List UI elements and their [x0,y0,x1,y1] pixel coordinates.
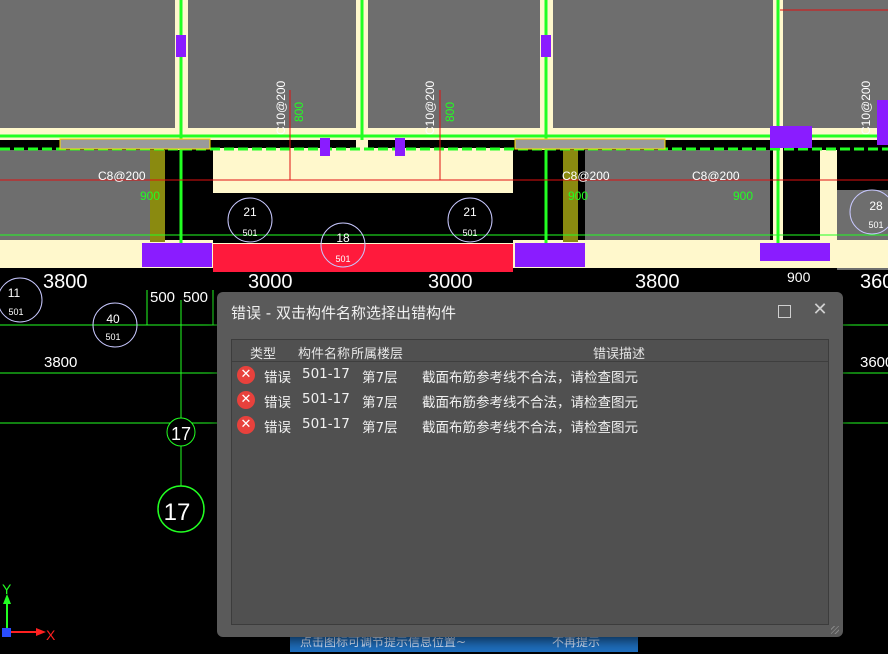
close-icon: ✕ [812,299,828,320]
dimension-label: 3800 [43,271,88,293]
dimension-label: 3000 [428,271,473,293]
tag-sub: 501 [462,228,477,238]
error-icon: ✕ [237,416,255,434]
table-row[interactable]: ✕ 错误 501-17 第7层 截面布筋参考线不合法，请检查图元 [232,389,828,413]
tag-number: 40 [106,312,120,326]
error-icon: ✕ [237,391,255,409]
error-icon: ✕ [237,366,255,384]
cell-desc: 截面布筋参考线不合法，请检查图元 [422,420,638,436]
column-header-type[interactable]: 类型 [250,343,276,362]
axis-label: 17 [171,424,191,444]
close-button[interactable]: ✕ [811,301,829,319]
beam-height-label: 900 [568,189,588,203]
beam-label: C8@200 [692,169,740,183]
tag-sub: 501 [105,332,120,342]
dimension-label: 500 [150,289,175,306]
beam-height-label: 900 [733,189,753,203]
tag-sub: 501 [8,307,23,317]
beam-label: C10@200 [274,80,288,135]
ucs-icon: Y X [2,581,56,643]
cell-floor: 第7层 [362,420,398,436]
beam-label: C10@200 [423,80,437,135]
tag-number: 11 [8,286,21,300]
resize-grip[interactable] [831,626,839,634]
error-list[interactable]: 类型 构件名称 所属楼层 错误描述 ✕ 错误 501-17 第7层 截面布筋参考… [231,339,829,625]
beam-label: C8@200 [562,169,610,183]
dimension-label: 3600 [860,354,888,371]
tag-number: 18 [336,231,350,245]
tag-sub: 501 [868,220,883,230]
column-header-floor[interactable]: 所属楼层 [351,343,403,362]
tag-number: 21 [463,205,477,219]
table-row[interactable]: ✕ 错误 501-17 第7层 截面布筋参考线不合法，请检查图元 [232,414,828,438]
cell-name[interactable]: 501-17 [302,366,350,382]
dimension-label: 3800 [635,271,680,293]
ucs-x-label: X [46,627,56,643]
dimension-label: 3000 [248,271,293,293]
cell-type: 错误 [264,370,291,386]
dialog-title: 错误 - 双击构件名称选择出错构件 [231,304,456,322]
tag-sub: 501 [242,228,257,238]
cell-desc: 截面布筋参考线不合法，请检查图元 [422,395,638,411]
cell-name[interactable]: 501-17 [302,416,350,432]
table-row[interactable]: ✕ 错误 501-17 第7层 截面布筋参考线不合法，请检查图元 [232,364,828,388]
list-header: 类型 构件名称 所属楼层 错误描述 [232,340,828,362]
dimension-label: 500 [183,289,208,306]
cell-type: 错误 [264,395,291,411]
cell-floor: 第7层 [362,395,398,411]
beam-label: C8@200 [98,169,146,183]
column-header-name[interactable]: 构件名称 [298,343,350,362]
column-header-desc[interactable]: 错误描述 [593,343,645,362]
beam-label: C10@200 [859,80,873,135]
cell-name[interactable]: 501-17 [302,391,350,407]
dimension-label: 3800 [44,354,77,371]
cell-floor: 第7层 [362,370,398,386]
ucs-y-label: Y [2,581,12,597]
tag-number: 21 [243,205,257,219]
axis-label: 17 [164,499,191,526]
tag-sub: 501 [335,254,350,264]
tag-number: 28 [869,199,883,213]
cell-desc: 截面布筋参考线不合法，请检查图元 [422,370,638,386]
dimension-label: 900 [787,269,811,285]
beam-height-label: 800 [292,102,306,122]
beam-height-label: 800 [443,102,457,122]
error-dialog: 错误 - 双击构件名称选择出错构件 ✕ 类型 构件名称 所属楼层 错误描述 ✕ … [217,292,843,637]
cell-type: 错误 [264,420,291,436]
beam-height-label: 900 [140,189,160,203]
dimension-label: 360 [860,271,888,293]
maximize-button[interactable] [778,305,791,318]
